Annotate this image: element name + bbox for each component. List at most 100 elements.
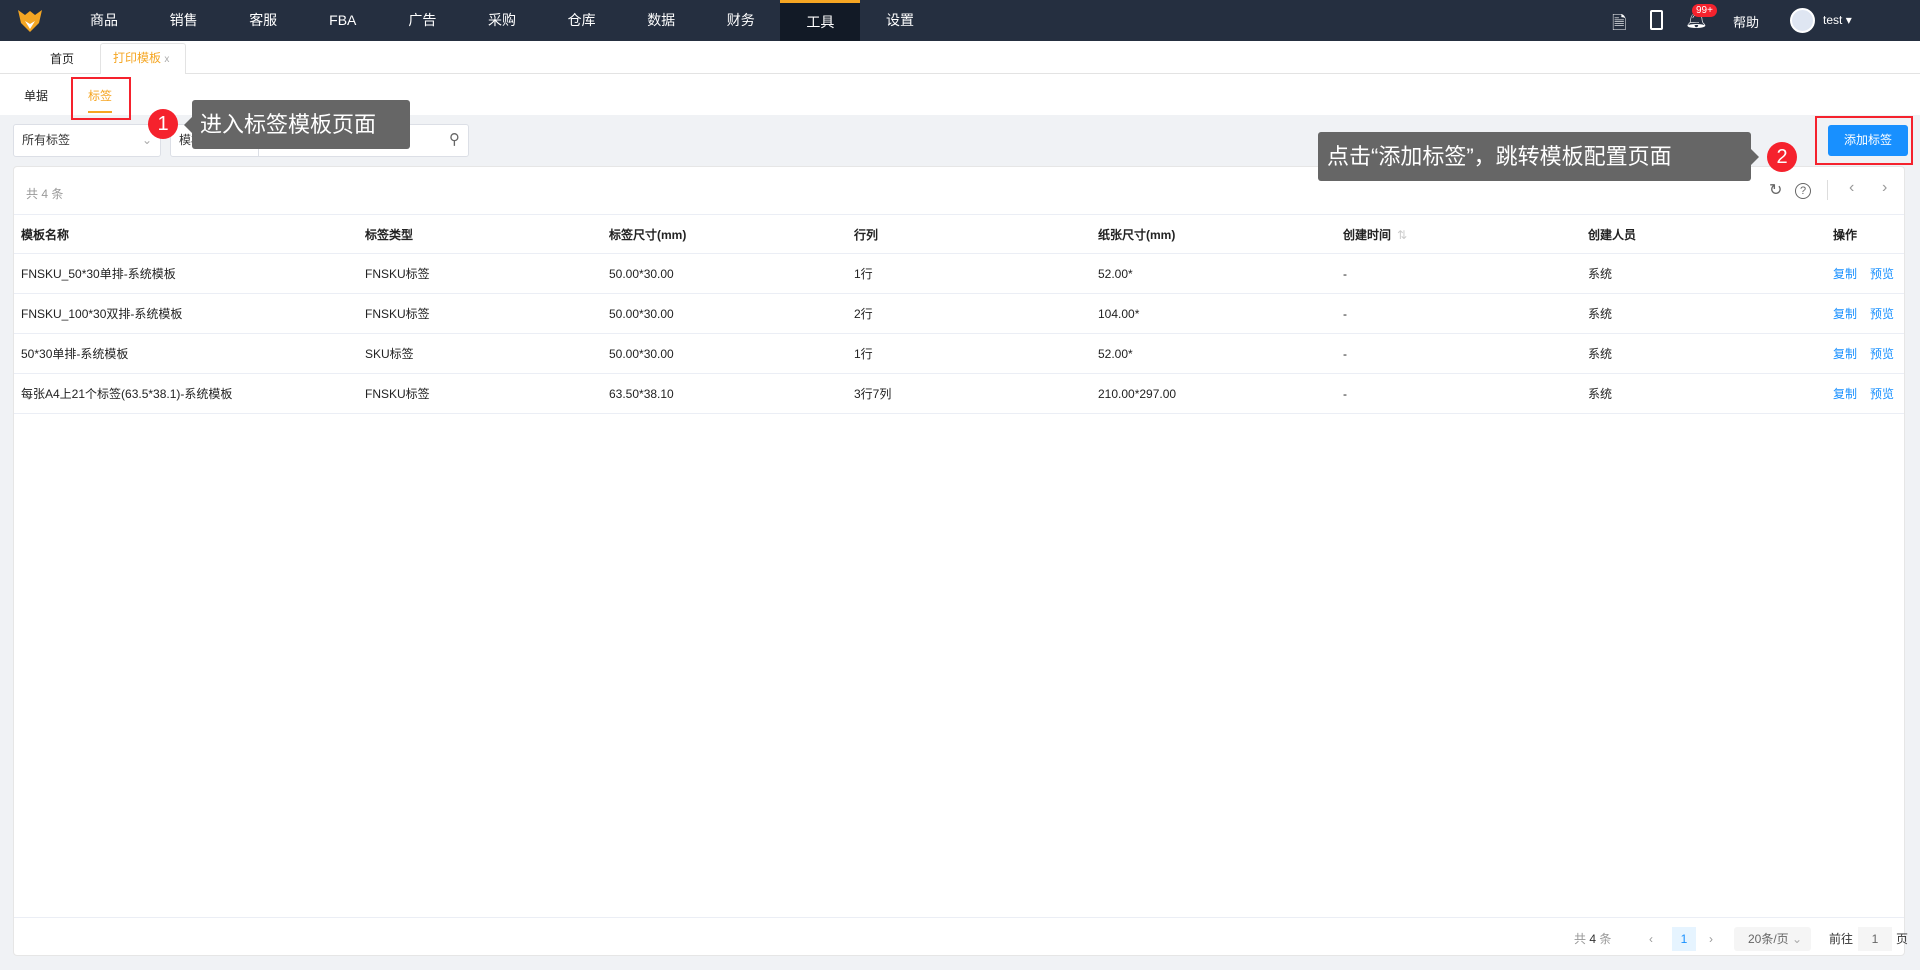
column-header: 模板名称 [21,228,70,242]
table-cell: 系统 [1588,347,1613,361]
close-icon[interactable]: x [164,54,169,65]
table-cell: 50.00*30.00 [609,347,674,361]
username: test [1823,13,1843,27]
table-cell: - [1343,307,1347,321]
nav-item-8[interactable]: 财务 [701,0,781,41]
highlight-box [1815,116,1913,165]
table-cell: 210.00*297.00 [1098,387,1177,401]
nav-item-2[interactable]: 客服 [223,0,303,41]
nav-item-5[interactable]: 采购 [462,0,542,41]
column-header: 纸张尺寸(mm) [1098,228,1176,242]
column-header: 标签尺寸(mm) [609,228,687,242]
pagination: 共 4 条 ‹ 1 › 20条/页 ⌄ 前往 1 页 [1574,927,1908,951]
nav-item-7[interactable]: 数据 [621,0,701,41]
step-1-tooltip: 进入标签模板页面 [192,100,410,149]
step-2-tooltip: 点击“添加标签”，跳转模板配置页面 [1318,132,1751,181]
prev-page-button[interactable]: ‹ [1649,927,1653,951]
help-icon[interactable]: ? [1795,183,1811,199]
nav-item-3[interactable]: FBA [303,0,383,41]
table-cell: 2行 [854,307,873,321]
table-cell: 1行 [854,267,873,281]
logo-icon[interactable] [17,9,43,33]
table-row: 每张A4上21个标签(63.5*38.1)-系统模板 FNSKU标签 63.50*3… [14,374,1904,414]
refresh-icon[interactable]: ↻ [1769,180,1782,200]
nav-item-0[interactable]: 商品 [64,0,144,41]
copy-link[interactable]: 复制 [1833,254,1857,294]
chevron-down-icon: ⌄ [1792,932,1803,946]
nav-item-4[interactable]: 广告 [382,0,462,41]
avatar[interactable] [1790,8,1815,33]
preview-link[interactable]: 预览 [1870,334,1894,374]
nav-item-1[interactable]: 销售 [144,0,224,41]
table-cell: 系统 [1588,267,1613,281]
record-count: 共 4 条 [26,187,64,201]
page-1-button[interactable]: 1 [1672,927,1696,951]
page-tabs: 首页 打印模板 x [0,41,1920,74]
step-2-marker: 2 [1767,142,1797,172]
nav-item-6[interactable]: 仓库 [542,0,622,41]
table-cell: 104.00* [1098,307,1140,321]
select-value: 所有标签 [22,133,71,147]
table-header: 模板名称 标签类型 标签尺寸(mm) 行列 纸张尺寸(mm) 创建时间 ⇅ 创建人员 操作 [14,214,1904,254]
table-cell: 50.00*30.00 [609,307,674,321]
table-row: FNSKU_100*30双排-系统模板 FNSKU标签 50.00*30.00 2行 1… [14,294,1904,334]
caret-down-icon: ▾ [1845,13,1852,27]
nav-item-10[interactable]: 设置 [860,0,940,41]
user-menu[interactable]: test ▾ [1823,13,1852,27]
top-nav: 商品 销售 客服 FBA 广告 采购 仓库 数据 财务 工具 设置 🗎 🔔︎ 99+ 帮助 test… [0,0,1920,41]
total-label: 共 4 条 [1574,932,1612,946]
mobile-icon[interactable] [1650,10,1663,30]
subtab-documents[interactable]: 单据 [24,87,48,104]
tab-home[interactable]: 首页 [50,50,74,67]
search-icon[interactable]: ⚲ [449,124,460,155]
table-cell: FNSKU标签 [365,307,430,321]
column-header: 操作 [1833,228,1858,242]
sort-icon[interactable]: ⇅ [1397,215,1407,255]
table-cell: 52.00* [1098,347,1133,361]
table-cell: FNSKU标签 [365,267,430,281]
label-type-select[interactable]: 所有标签 ⌄ [13,124,161,157]
table-cell: 52.00* [1098,267,1133,281]
table-cell: 1行 [854,347,873,361]
copy-link[interactable]: 复制 [1833,294,1857,334]
page-size-select[interactable]: 20条/页 ⌄ [1734,927,1811,951]
preview-link[interactable]: 预览 [1870,294,1894,334]
table-cell: 50.00*30.00 [609,267,674,281]
chevron-right-icon[interactable]: › [1882,179,1887,197]
copy-link[interactable]: 复制 [1833,334,1857,374]
table-row: 50*30单排-系统模板 SKU标签 50.00*30.00 1行 52.00* - 系统 复… [14,334,1904,374]
table-cell: - [1343,267,1347,281]
add-document-icon[interactable]: 🗎 [1612,11,1626,41]
goto-page-input[interactable]: 1 [1858,927,1892,951]
help-link[interactable]: 帮助 [1733,12,1759,31]
table-cell: 系统 [1588,387,1613,401]
table-cell: - [1343,347,1347,361]
column-header[interactable]: 创建时间 [1343,215,1391,255]
preview-link[interactable]: 预览 [1870,254,1894,294]
table-cell: FNSKU标签 [365,387,430,401]
table-cell: - [1343,387,1347,401]
column-header: 创建人员 [1588,228,1637,242]
table-cell: 3行7列 [854,387,892,401]
goto-label: 前往 [1829,932,1854,946]
notification-badge: 99+ [1692,4,1717,17]
table-row: FNSKU_50*30单排-系统模板 FNSKU标签 50.00*30.00 1行 52… [14,254,1904,294]
table-cell: 50*30单排-系统模板 [21,347,129,361]
table-cell: SKU标签 [365,347,414,361]
preview-link[interactable]: 预览 [1870,374,1894,414]
table-cell: 系统 [1588,307,1613,321]
goto-suffix: 页 [1896,932,1909,946]
table-cell: FNSKU_50*30单排-系统模板 [21,267,176,281]
tab-print-template[interactable]: 打印模板 x [100,43,186,74]
chevron-left-icon[interactable]: ‹ [1849,179,1854,197]
tooltip-arrow [184,117,192,133]
next-page-button[interactable]: › [1709,927,1713,951]
template-table-card: 共 4 条 ↻ ? ‹ › 模板名称 标签类型 标签尺寸(mm) 行列 纸张尺寸(mm)… [13,166,1908,956]
tooltip-arrow [1751,149,1759,165]
nav-item-9[interactable]: 工具 [780,0,861,41]
highlight-box [71,77,131,120]
table-cell: 每张A4上21个标签(63.5*38.1)-系统模板 [21,387,233,401]
divider [14,917,1904,918]
copy-link[interactable]: 复制 [1833,374,1857,414]
column-header: 标签类型 [365,228,414,242]
